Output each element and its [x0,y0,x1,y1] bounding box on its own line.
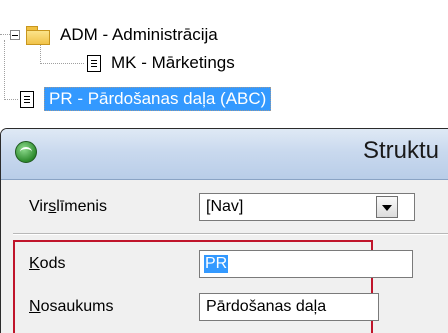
tree-item-adm[interactable]: ADM - Administrācija [10,22,218,48]
tree-item-mk[interactable]: MK - Mārketings [87,50,235,76]
folder-icon [26,26,50,45]
structure-dialog: Struktu Virslīmenis [Nav] Kods PR Nosauk… [0,128,448,333]
nosaukums-label: Nosaukums [29,298,114,315]
document-icon [87,54,101,72]
virslimenis-label: Virslīmenis [29,198,107,215]
structure-tree: ADM - Administrācija MK - Mārketings PR … [0,0,448,118]
tree-item-pr[interactable]: PR - Pārdošanas daļa (ABC) [20,86,272,112]
nosaukums-input[interactable]: Pārdošanas daļa [199,293,379,321]
tree-connector [4,40,5,100]
tree-item-label: PR - Pārdošanas daļa (ABC) [44,87,272,111]
dialog-titlebar[interactable]: Struktu [1,129,448,180]
collapse-icon[interactable] [10,30,20,40]
virslimenis-value: [Nav] [206,198,244,215]
tree-item-label: ADM - Administrācija [60,25,218,44]
kods-input[interactable]: PR [199,250,413,278]
app-logo-icon[interactable] [15,141,37,163]
chevron-down-icon[interactable] [376,196,398,218]
tree-connector [0,34,10,35]
tree-item-label: MK - Mārketings [111,53,235,72]
kods-label: Kods [29,255,66,272]
divider [13,233,448,235]
virslimenis-combobox[interactable]: [Nav] [199,193,415,221]
screen: ADM - Administrācija MK - Mārketings PR … [0,0,448,333]
document-icon [20,90,34,108]
tree-connector [40,63,84,64]
nosaukums-value: Pārdošanas daļa [206,298,327,315]
dialog-title: Struktu [363,137,440,164]
tree-connector [4,99,18,100]
kods-value: PR [204,255,229,273]
